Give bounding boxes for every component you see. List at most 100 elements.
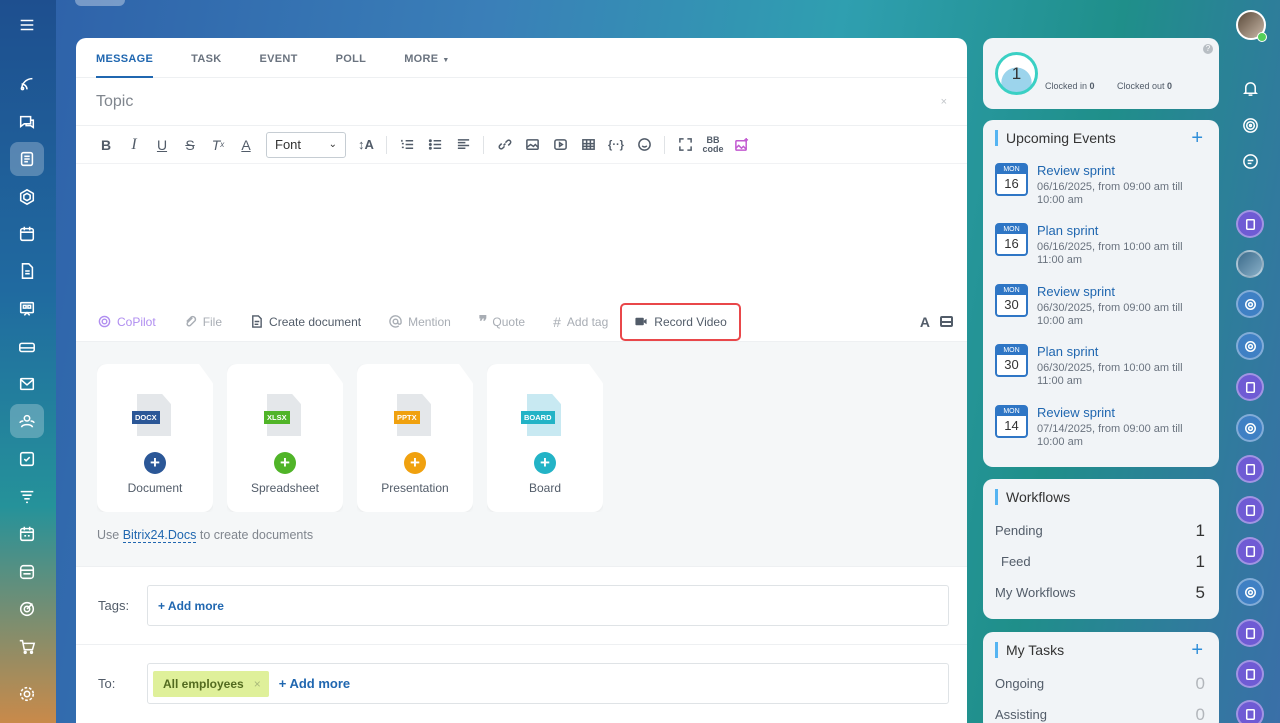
strikethrough-icon[interactable]: S [176, 131, 204, 159]
create-board-card[interactable]: BOARD + Board [487, 364, 603, 512]
crm-funnel-icon[interactable] [10, 480, 44, 514]
help-icon[interactable]: ? [1203, 44, 1213, 54]
recipients-field[interactable]: All employees × + Add more [147, 663, 949, 704]
document-icon[interactable] [10, 254, 44, 288]
chat-swirl-icon[interactable] [1236, 578, 1264, 606]
contact-avatar[interactable] [1236, 250, 1264, 278]
tab-task[interactable]: TASK [191, 38, 221, 78]
mention-button[interactable]: Mention [389, 315, 451, 329]
contact-book-icon[interactable] [1236, 455, 1264, 483]
chat-swirl-icon[interactable] [1236, 332, 1264, 360]
recipient-chip[interactable]: All employees × [153, 670, 269, 697]
checkbox-icon[interactable] [10, 442, 44, 476]
underline-icon[interactable]: U [148, 131, 176, 159]
chip-remove-icon[interactable]: × [254, 677, 261, 691]
font-size-icon[interactable]: ↕A [352, 131, 380, 159]
task-row[interactable]: Ongoing 0 [983, 668, 1219, 699]
workflow-row[interactable]: Feed 1 [983, 546, 1219, 577]
bbcode-icon[interactable]: BB code [699, 131, 727, 159]
panel-toggle-icon[interactable] [940, 316, 953, 327]
contact-book-icon[interactable] [1236, 373, 1264, 401]
message-editor[interactable] [76, 164, 967, 302]
bell-icon[interactable] [1236, 74, 1264, 102]
video-icon[interactable] [546, 131, 574, 159]
tab-poll[interactable]: POLL [336, 38, 367, 78]
chat-icon[interactable] [10, 105, 44, 139]
copilot-swirl-icon[interactable] [1236, 111, 1264, 139]
clear-format-icon[interactable]: Tx [204, 131, 232, 159]
tab-more[interactable]: MORE ▼ [404, 38, 449, 78]
recipients-add-more[interactable]: + Add more [279, 676, 350, 691]
menu-icon[interactable] [10, 8, 44, 42]
ai-image-icon[interactable] [727, 131, 755, 159]
chat-swirl-icon[interactable] [1236, 290, 1264, 318]
workgroups-icon[interactable] [10, 180, 44, 214]
event-title[interactable]: Review sprint [1037, 163, 1115, 178]
board-tag: BOARD [521, 411, 555, 424]
add-task-icon[interactable]: + [1191, 639, 1203, 662]
mail-icon[interactable] [10, 367, 44, 401]
planner-icon[interactable] [10, 517, 44, 551]
contact-book-icon[interactable] [1236, 660, 1264, 688]
create-spreadsheet-card[interactable]: XLSX + Spreadsheet [227, 364, 343, 512]
add-tag-button[interactable]: # Add tag [553, 314, 608, 330]
align-icon[interactable] [449, 131, 477, 159]
text-format-icon[interactable]: A [920, 314, 930, 330]
contact-book-icon[interactable] [1236, 700, 1264, 723]
add-event-icon[interactable]: + [1191, 127, 1203, 150]
contact-book-icon[interactable] [1236, 619, 1264, 647]
record-video-button[interactable]: Record Video [620, 302, 741, 341]
chat-swirl-icon[interactable] [1236, 414, 1264, 442]
contact-book-icon[interactable] [1236, 210, 1264, 238]
file-button[interactable]: File [184, 315, 222, 329]
settings-gear-icon[interactable] [10, 677, 44, 711]
chat-bubble-icon[interactable] [1236, 147, 1264, 175]
create-document-button[interactable]: Create document [250, 315, 361, 329]
quote-button[interactable]: ❞ Quote [479, 312, 525, 332]
contact-book-icon[interactable] [1236, 496, 1264, 524]
font-select[interactable]: Font ⌄ [266, 131, 346, 158]
italic-icon[interactable]: I [120, 131, 148, 159]
tags-add-more[interactable]: + Add more [158, 599, 224, 613]
create-document-card[interactable]: DOCX + Document [97, 364, 213, 512]
employees-icon[interactable] [10, 404, 44, 438]
boards-icon[interactable] [10, 292, 44, 326]
calendar-icon[interactable] [10, 217, 44, 251]
copilot-label: CoPilot [117, 314, 156, 329]
copilot-button[interactable]: CoPilot [98, 315, 156, 329]
drive-icon[interactable] [10, 330, 44, 364]
code-icon[interactable]: {··} [602, 131, 630, 159]
create-presentation-card[interactable]: PPTX + Presentation [357, 364, 473, 512]
workflow-row[interactable]: Pending 1 [983, 515, 1219, 546]
text-color-icon[interactable]: A [232, 131, 260, 159]
event-time: 07/14/2025, from 09:00 am till 10:00 am [1037, 423, 1183, 448]
clock-counter[interactable]: 1 [995, 52, 1038, 95]
cart-icon[interactable] [10, 630, 44, 664]
sites-icon[interactable] [10, 555, 44, 589]
fullscreen-icon[interactable] [671, 131, 699, 159]
tasks-docs-icon[interactable] [10, 142, 44, 176]
task-row[interactable]: Assisting 0 [983, 699, 1219, 723]
event-title[interactable]: Review sprint [1037, 405, 1115, 420]
event-title[interactable]: Review sprint [1037, 284, 1115, 299]
workflow-row[interactable]: My Workflows 5 [983, 577, 1219, 608]
event-title[interactable]: Plan sprint [1037, 344, 1098, 359]
topic-field[interactable]: Topic × [76, 78, 967, 126]
bitrix-docs-link[interactable]: Bitrix24.Docs [122, 528, 197, 543]
bullet-list-icon[interactable] [421, 131, 449, 159]
feed-icon[interactable] [10, 67, 44, 101]
bold-icon[interactable]: B [92, 131, 120, 159]
copilot-target-icon[interactable] [10, 592, 44, 626]
table-icon[interactable] [574, 131, 602, 159]
link-icon[interactable] [490, 131, 518, 159]
topic-close-icon[interactable]: × [941, 96, 947, 108]
image-icon[interactable] [518, 131, 546, 159]
tasks-header: My Tasks + [983, 632, 1219, 668]
tab-message[interactable]: MESSAGE [96, 38, 154, 78]
numbered-list-icon[interactable] [393, 131, 421, 159]
tab-event[interactable]: EVENT [259, 38, 297, 78]
contact-book-icon[interactable] [1236, 537, 1264, 565]
event-title[interactable]: Plan sprint [1037, 223, 1098, 238]
emoji-icon[interactable] [630, 131, 658, 159]
tags-field[interactable]: + Add more [147, 585, 949, 626]
